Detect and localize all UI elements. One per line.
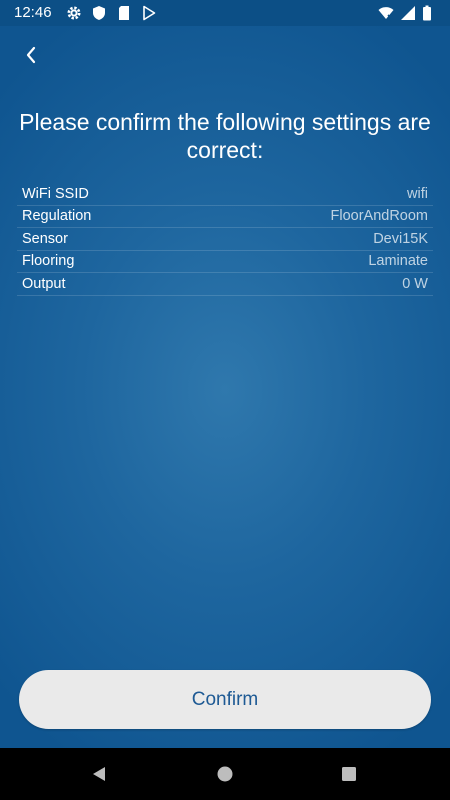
- wifi-icon: [378, 5, 394, 21]
- confirm-button[interactable]: Confirm: [19, 670, 431, 729]
- status-icons-left: [66, 5, 157, 21]
- page-title: Please confirm the following settings ar…: [19, 109, 431, 163]
- settings-row-flooring: Flooring Laminate: [17, 251, 433, 273]
- setting-label: Sensor: [22, 230, 68, 247]
- setting-label: Output: [22, 275, 66, 292]
- status-icons-right: [378, 5, 438, 21]
- setting-label: Regulation: [22, 208, 92, 225]
- battery-icon: [422, 5, 438, 21]
- setting-label: WiFi SSID: [22, 185, 89, 202]
- nav-recents-icon[interactable]: [341, 766, 357, 782]
- setting-value: FloorAndRoom: [330, 208, 428, 225]
- setting-label: Flooring: [22, 253, 75, 270]
- signal-icon: [400, 5, 416, 21]
- settings-row-output: Output 0 W: [17, 273, 433, 296]
- screen: 12:46 Please confirm the following setti…: [0, 0, 450, 800]
- status-time: 12:46: [14, 4, 52, 21]
- back-button[interactable]: [18, 44, 44, 70]
- settings-row-wifi-ssid: WiFi SSID wifi: [17, 183, 433, 206]
- setting-value: Laminate: [368, 253, 428, 270]
- nav-home-icon[interactable]: [216, 765, 234, 783]
- chevron-left-icon: [24, 46, 38, 69]
- setting-value: Devi15K: [373, 230, 428, 247]
- settings-row-sensor: Sensor Devi15K: [17, 228, 433, 251]
- shield-icon: [91, 5, 107, 21]
- nav-back-icon[interactable]: [90, 765, 108, 783]
- sd-card-icon: [116, 5, 132, 21]
- settings-row-regulation: Regulation FloorAndRoom: [17, 206, 433, 228]
- nav-bar: [0, 748, 450, 800]
- gear-icon: [66, 5, 82, 21]
- play-store-icon: [141, 5, 157, 21]
- status-bar: 12:46: [0, 0, 450, 26]
- setting-value: wifi: [407, 185, 428, 202]
- setting-value: 0 W: [402, 275, 428, 292]
- settings-table: WiFi SSID wifi Regulation FloorAndRoom S…: [17, 183, 433, 296]
